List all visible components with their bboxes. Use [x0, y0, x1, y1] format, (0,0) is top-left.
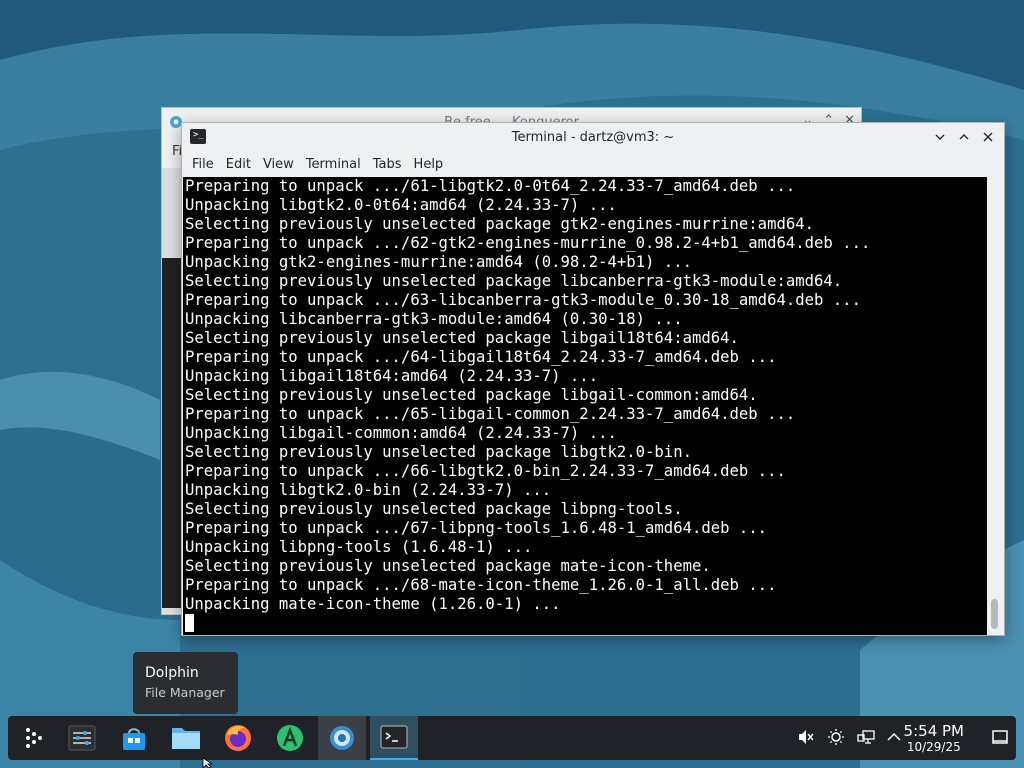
terminal-line: Preparing to unpack .../61-libgtk2.0-0t6…	[185, 177, 796, 195]
terminal-menubar: File Edit View Terminal Tabs Help	[182, 151, 1004, 177]
scrollbar-thumb[interactable]	[991, 599, 998, 629]
terminal-line: Preparing to unpack .../68-mate-icon-the…	[185, 576, 777, 594]
chevron-up-icon[interactable]	[884, 728, 904, 748]
terminal-line: Unpacking libpng-tools (1.6.48-1) ...	[185, 538, 533, 556]
firefox-icon[interactable]	[214, 716, 262, 760]
close-icon[interactable]	[978, 127, 998, 147]
konqueror-gear-icon[interactable]	[318, 716, 366, 760]
terminal-line: Unpacking mate-icon-theme (1.26.0-1) ...	[185, 595, 561, 613]
terminal-line: Preparing to unpack .../64-libgail18t64_…	[185, 348, 777, 366]
system-tray: 5:54 PM 10/29/25	[716, 716, 1016, 760]
clock[interactable]: 5:54 PM 10/29/25	[904, 722, 964, 754]
dolphin-tooltip: Dolphin File Manager	[133, 652, 238, 714]
text-cursor	[185, 614, 194, 632]
terminal-line: Unpacking libgtk2.0-0t64:amd64 (2.24.33-…	[185, 196, 617, 214]
tooltip-title: Dolphin	[145, 665, 199, 681]
volume-muted-icon[interactable]	[796, 728, 816, 748]
tooltip-subtitle: File Manager	[145, 685, 225, 700]
menu-help[interactable]: Help	[408, 157, 450, 172]
terminal-line: Selecting previously unselected package …	[185, 272, 843, 290]
menu-tabs[interactable]: Tabs	[367, 157, 408, 172]
konqueror-sidebar-strip	[162, 168, 182, 613]
menu-view[interactable]: View	[257, 157, 300, 172]
app-launcher-icon[interactable]	[10, 716, 58, 760]
terminal-line: Preparing to unpack .../65-libgail-commo…	[185, 405, 796, 423]
terminal-line: Unpacking libcanberra-gtk3-module:amd64 …	[185, 310, 683, 328]
terminal-line: Preparing to unpack .../66-libgtk2.0-bin…	[185, 462, 786, 480]
terminal-line: Selecting previously unselected package …	[185, 443, 692, 461]
terminal-window[interactable]: >_ Terminal - dartz@vm3: ~ File Edit Vie…	[181, 122, 1005, 636]
menu-terminal[interactable]: Terminal	[300, 157, 367, 172]
terminal-titlebar[interactable]: >_ Terminal - dartz@vm3: ~	[182, 123, 1004, 151]
terminal-line: Selecting previously unselected package …	[185, 329, 739, 347]
menu-edit[interactable]: Edit	[220, 157, 257, 172]
terminal-line: Selecting previously unselected package …	[185, 500, 683, 518]
terminal-line: Unpacking libgail18t64:amd64 (2.24.33-7)…	[185, 367, 599, 385]
dolphin-folder-icon[interactable]	[162, 716, 210, 760]
clock-time: 5:54 PM	[903, 722, 964, 740]
terminal-title: Terminal - dartz@vm3: ~	[511, 129, 675, 145]
maximize-icon[interactable]	[954, 127, 974, 147]
mouse-cursor-icon	[202, 758, 214, 768]
terminal-line: Unpacking libgtk2.0-bin (2.24.33-7) ...	[185, 481, 552, 499]
terminal-line: Selecting previously unselected package …	[185, 557, 711, 575]
terminal-line: Unpacking gtk2-engines-murrine:amd64 (0.…	[185, 253, 692, 271]
terminal-prompt-line[interactable]	[185, 614, 987, 633]
minimize-icon[interactable]	[930, 127, 950, 147]
terminal-line: Preparing to unpack .../63-libcanberra-g…	[185, 291, 861, 309]
green-a-app-icon[interactable]	[266, 716, 314, 760]
terminal-output[interactable]: Preparing to unpack .../61-libgtk2.0-0t6…	[183, 177, 987, 635]
menu-file[interactable]: File	[186, 157, 220, 172]
network-icon[interactable]	[856, 728, 876, 748]
clock-date: 10/29/25	[906, 740, 961, 754]
terminal-scrollbar[interactable]	[987, 177, 1003, 635]
system-monitor-icon[interactable]	[58, 716, 106, 760]
taskbar: 5:54 PM 10/29/25	[8, 716, 1016, 760]
show-desktop-icon[interactable]	[990, 728, 1010, 748]
discover-store-icon[interactable]	[110, 716, 158, 760]
terminal-icon[interactable]	[370, 716, 418, 760]
terminal-line: Selecting previously unselected package …	[185, 386, 758, 404]
terminal-line: Preparing to unpack .../67-libpng-tools_…	[185, 519, 768, 537]
terminal-app-icon: >_	[190, 129, 206, 144]
terminal-line: Preparing to unpack .../62-gtk2-engines-…	[185, 234, 871, 252]
terminal-line: Selecting previously unselected package …	[185, 215, 815, 233]
terminal-line: Unpacking libgail-common:amd64 (2.24.33-…	[185, 424, 617, 442]
brightness-icon[interactable]	[826, 728, 846, 748]
